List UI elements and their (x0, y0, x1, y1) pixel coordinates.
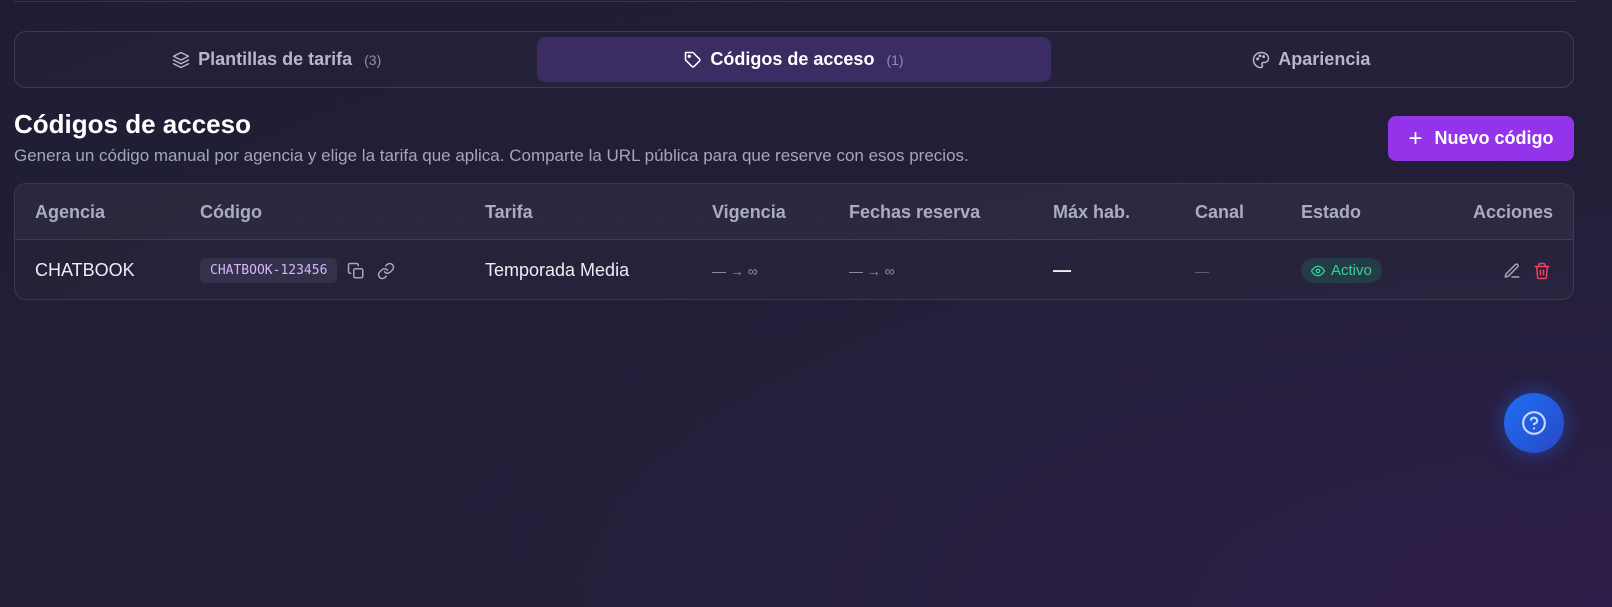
page-subtitle: Genera un código manual por agencia y el… (14, 146, 969, 165)
help-circle-icon (1522, 411, 1546, 435)
column-header-codigo[interactable]: Código (200, 202, 262, 223)
tab-label: Apariencia (1278, 49, 1371, 69)
cell-canal: — (1195, 262, 1209, 279)
column-header-estado[interactable]: Estado (1301, 202, 1361, 223)
page-title: Códigos de acceso (14, 109, 251, 139)
tab-plantillas-de-tarifa[interactable]: Plantillas de tarifa (3) (20, 37, 533, 82)
new-code-button-label: Nuevo código (1434, 128, 1554, 148)
cell-acciones (1493, 240, 1553, 299)
cell-tarifa: Temporada Media (485, 260, 630, 280)
eye-icon (1311, 265, 1325, 276)
cell-codigo: CHATBOOK-123456 (200, 240, 397, 299)
top-divider (14, 0, 1576, 2)
layers-icon (172, 51, 190, 69)
link-icon[interactable] (375, 260, 397, 282)
column-header-vigencia[interactable]: Vigencia (712, 202, 786, 223)
table-header: Agencia Código Tarifa Vigencia Fechas re… (15, 184, 1573, 240)
copy-icon[interactable] (345, 260, 367, 282)
column-header-canal[interactable]: Canal (1195, 202, 1244, 223)
background (0, 0, 1612, 607)
palette-icon (1252, 51, 1270, 69)
plus-icon: + (1408, 124, 1423, 152)
cell-fechas-reserva: — → ∞ (849, 262, 895, 279)
help-button[interactable] (1504, 393, 1564, 453)
tag-icon (684, 51, 702, 69)
status-label: Activo (1331, 262, 1372, 279)
column-header-max-hab[interactable]: Máx hab. (1053, 202, 1130, 223)
cell-estado: Activo (1301, 240, 1382, 299)
trash-icon[interactable] (1531, 260, 1553, 282)
table-row: CHATBOOK CHATBOOK-123456 Temporada Media… (15, 240, 1573, 299)
tab-label: Plantillas de tarifa (198, 49, 353, 69)
cell-max-hab: — (1053, 260, 1071, 280)
column-header-tarifa[interactable]: Tarifa (485, 202, 533, 223)
status-badge[interactable]: Activo (1301, 258, 1382, 283)
tab-count: (3) (364, 51, 382, 68)
new-code-button[interactable]: + Nuevo código (1388, 116, 1574, 161)
tab-codigos-de-acceso[interactable]: Códigos de acceso (1) (537, 37, 1051, 82)
column-header-acciones: Acciones (1472, 202, 1553, 222)
column-header-fechas-reserva[interactable]: Fechas reserva (849, 202, 980, 223)
tab-apariencia[interactable]: Apariencia (1055, 37, 1568, 82)
column-header-agencia[interactable]: Agencia (35, 202, 105, 223)
tab-count: (1) (886, 51, 904, 68)
edit-icon[interactable] (1501, 260, 1523, 282)
cell-vigencia: — → ∞ (712, 262, 758, 279)
access-code-chip: CHATBOOK-123456 (200, 258, 338, 283)
access-codes-table: Agencia Código Tarifa Vigencia Fechas re… (14, 183, 1574, 300)
tab-bar: Plantillas de tarifa (3) Códigos de acce… (14, 31, 1574, 88)
cell-agencia: CHATBOOK (35, 260, 135, 280)
tab-label: Códigos de acceso (710, 49, 875, 69)
